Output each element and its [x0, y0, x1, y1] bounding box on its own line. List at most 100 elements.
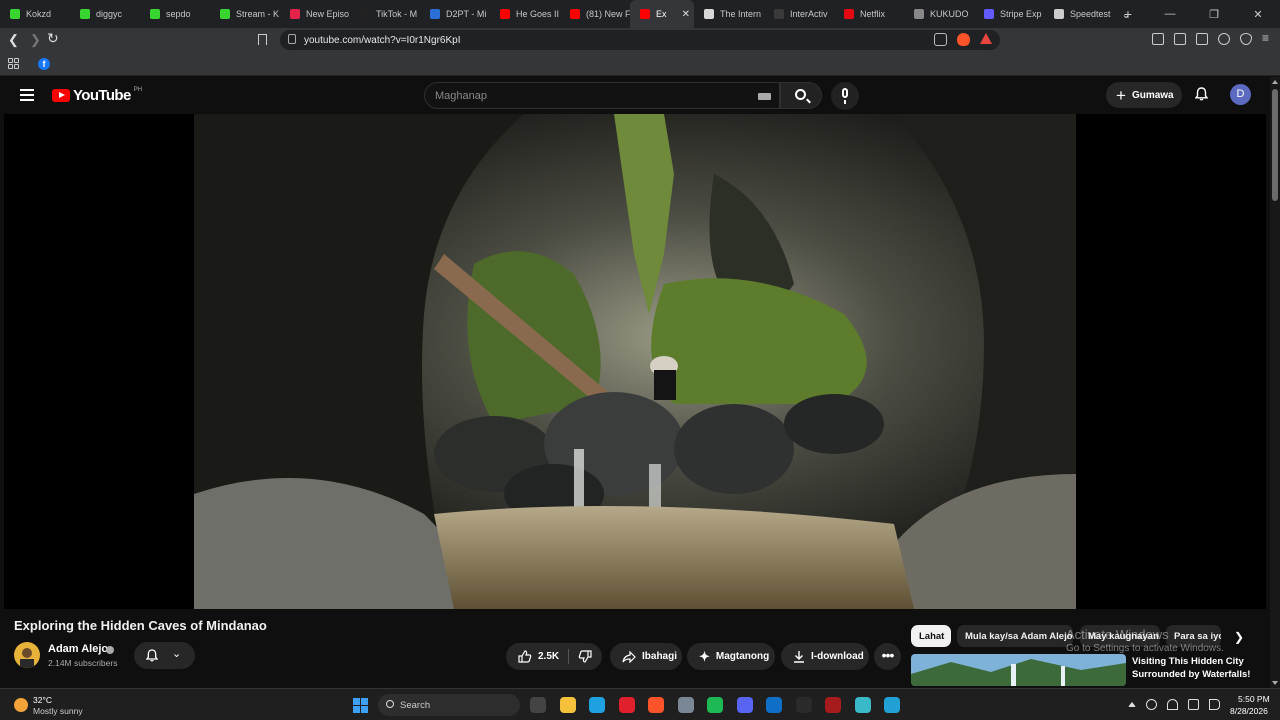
task-view-icon[interactable]: [530, 697, 546, 713]
brave-rewards-icon[interactable]: [980, 33, 992, 44]
weather-description[interactable]: Mostly sunny: [33, 706, 83, 716]
account-avatar[interactable]: D: [1230, 84, 1251, 105]
translate-icon[interactable]: [934, 33, 947, 46]
tab-label: sepdo: [166, 9, 191, 19]
browser-tab[interactable]: Netflix: [834, 0, 904, 28]
thumbs-down-icon[interactable]: [578, 650, 592, 663]
browser-tab[interactable]: Stream - K: [210, 0, 280, 28]
subscribed-notifications-button[interactable]: ⌄: [134, 642, 195, 669]
close-window-button[interactable]: ✕: [1236, 8, 1280, 21]
youtube-logo[interactable]: YouTube PH: [52, 87, 142, 104]
volume-icon[interactable]: [1209, 699, 1220, 710]
chevron-right-icon[interactable]: ❯: [1234, 630, 1244, 644]
spotify-icon[interactable]: [707, 697, 723, 713]
page-scrollbar[interactable]: [1270, 77, 1280, 688]
edge-icon[interactable]: [589, 697, 605, 713]
bookmarks-bar: f: [0, 52, 1280, 76]
media-icon[interactable]: [1152, 33, 1164, 45]
brave-icon[interactable]: [648, 697, 664, 713]
vpn-shield-icon[interactable]: [1240, 33, 1252, 45]
tab-favicon-icon: [984, 9, 994, 19]
browser-tab[interactable]: The Intern: [694, 0, 764, 28]
search-button[interactable]: [780, 82, 822, 109]
vscode-icon[interactable]: [766, 697, 782, 713]
tab-search-icon[interactable]: ⌄: [1104, 8, 1148, 21]
share-button[interactable]: Ibahagi: [610, 643, 682, 670]
facebook-bookmark-icon[interactable]: f: [38, 58, 50, 70]
hamburger-menu-icon[interactable]: [20, 89, 34, 101]
more-actions-button[interactable]: •••: [874, 643, 901, 670]
scrollbar-thumb[interactable]: [1272, 89, 1278, 201]
apps-grid-icon[interactable]: [8, 58, 19, 69]
display-icon[interactable]: [1188, 699, 1199, 710]
browser-tab[interactable]: InterActiv: [764, 0, 834, 28]
browser-tab[interactable]: (81) New F: [560, 0, 630, 28]
tab-label: Stripe Exp: [1000, 9, 1042, 19]
forward-icon[interactable]: ❯: [30, 32, 41, 48]
chrome-icon[interactable]: [884, 697, 900, 713]
search-input[interactable]: Maghanap: [424, 82, 780, 109]
browser-tab[interactable]: Stripe Exp: [974, 0, 1044, 28]
windows-start-icon[interactable]: [353, 698, 368, 713]
file-explorer-icon[interactable]: [559, 697, 576, 713]
chip-from-channel[interactable]: Mula kay/sa Adam Alejo: [957, 625, 1073, 647]
onedrive-icon[interactable]: [1146, 699, 1157, 710]
tab-label: KUKUDO: [930, 9, 969, 19]
voice-search-button[interactable]: [831, 82, 859, 110]
tab-favicon-icon: [10, 9, 20, 19]
recommended-thumbnail[interactable]: [911, 654, 1126, 686]
tray-overflow-icon[interactable]: [1128, 702, 1136, 707]
clock-time[interactable]: 5:50 PM: [1238, 694, 1270, 704]
browser-tab[interactable]: diggyc: [70, 0, 140, 28]
address-bar[interactable]: youtube.com/watch?v=I0r1Ngr6KpI: [280, 30, 1000, 50]
channel-name[interactable]: Adam Alejo: [48, 643, 108, 655]
leo-ai-icon[interactable]: [1218, 33, 1230, 45]
weather-sun-icon[interactable]: [14, 698, 28, 712]
opera-icon[interactable]: [618, 697, 635, 713]
browser-tab[interactable]: New Episo: [280, 0, 350, 28]
taskbar-search[interactable]: Search: [378, 694, 520, 716]
browser-tab[interactable]: D2PT - Mi: [420, 0, 490, 28]
settings-icon[interactable]: [677, 697, 694, 713]
wallet-icon[interactable]: [1196, 33, 1208, 45]
channel-avatar[interactable]: [14, 642, 40, 668]
download-button[interactable]: I-download: [781, 643, 869, 670]
video-frame[interactable]: [194, 114, 1076, 609]
browser-tab[interactable]: Kokzd: [0, 0, 70, 28]
browser-tab[interactable]: Ex ✕: [630, 0, 694, 28]
browser-tab[interactable]: sepdo: [140, 0, 210, 28]
scroll-down-icon[interactable]: [1272, 681, 1278, 685]
clock-date[interactable]: 8/28/2026: [1230, 706, 1268, 716]
browser-menu-icon[interactable]: ≡: [1262, 32, 1272, 45]
bookmark-icon[interactable]: [258, 34, 267, 45]
ask-button[interactable]: ✦ Magtanong: [687, 643, 775, 670]
steam-icon[interactable]: [795, 697, 812, 713]
create-button[interactable]: + Gumawa: [1106, 82, 1182, 108]
weather-temperature[interactable]: 32°C: [33, 695, 52, 705]
back-icon[interactable]: ❮: [8, 32, 19, 48]
tab-label: TikTok - M: [376, 9, 418, 19]
close-tab-icon[interactable]: ✕: [682, 9, 690, 20]
wifi-icon[interactable]: [1167, 699, 1178, 710]
discord-icon[interactable]: [736, 697, 753, 713]
keyboard-icon[interactable]: [758, 93, 771, 100]
reload-icon[interactable]: ↻: [47, 30, 59, 47]
like-dislike-group: 2.5K: [506, 643, 602, 670]
dota-icon[interactable]: [825, 697, 841, 713]
notifications-bell-icon[interactable]: [1195, 87, 1208, 101]
notepad-icon[interactable]: [854, 697, 871, 713]
browser-tab[interactable]: TikTok - M: [350, 0, 420, 28]
browser-tab[interactable]: He Goes II: [490, 0, 560, 28]
chip-all[interactable]: Lahat: [911, 625, 951, 647]
recommended-title[interactable]: Visiting This Hidden City Surrounded by …: [1132, 655, 1257, 681]
browser-tab[interactable]: KUKUDO: [904, 0, 974, 28]
minimize-button[interactable]: —: [1148, 8, 1192, 20]
sidebar-icon[interactable]: [1174, 33, 1186, 45]
tab-label: Stream - K: [236, 9, 280, 19]
maximize-button[interactable]: ❐: [1192, 8, 1236, 21]
video-player[interactable]: [4, 114, 1266, 609]
site-info-icon[interactable]: [288, 34, 296, 44]
like-button[interactable]: 2.5K: [518, 650, 559, 663]
scroll-up-icon[interactable]: [1272, 80, 1278, 84]
brave-shields-icon[interactable]: [957, 33, 970, 46]
